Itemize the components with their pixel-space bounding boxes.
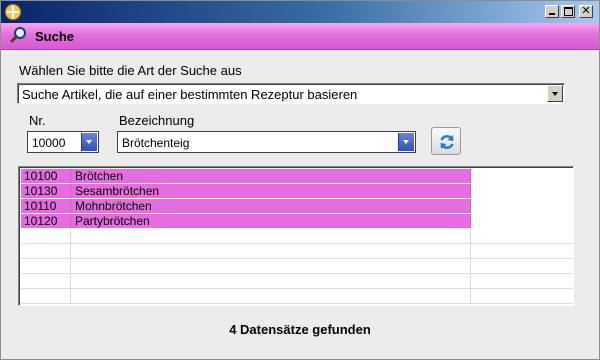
table-row[interactable]: 10130 Sesambrötchen (21, 184, 573, 199)
refresh-icon (440, 135, 454, 149)
row-name: Mohnbrötchen (71, 199, 471, 213)
row-nr: 10130 (21, 184, 71, 198)
table-row[interactable]: 10110 Mohnbrötchen (21, 199, 573, 214)
chevron-down-icon (403, 140, 409, 144)
empty-row (21, 244, 573, 259)
nr-label: Nr. (29, 113, 46, 128)
search-window: ✕ Suche Wählen Sie bitte die Art der Suc… (0, 0, 600, 360)
empty-row (21, 229, 573, 244)
row-nr: 10110 (21, 199, 71, 213)
chevron-down-icon (86, 140, 92, 144)
search-icon (10, 27, 26, 43)
minimize-button[interactable] (545, 5, 559, 18)
page-title: Suche (35, 29, 75, 44)
close-button[interactable]: ✕ (579, 5, 593, 18)
status-text: 4 Datensätze gefunden (229, 322, 371, 337)
row-name: Brötchen (71, 169, 471, 183)
search-mode-dropdown-button[interactable] (547, 85, 563, 102)
row-nr: 10100 (21, 169, 71, 183)
maximize-button[interactable] (561, 5, 575, 18)
bezeichnung-label: Bezeichnung (119, 113, 195, 128)
search-mode-value: Suche Artikel, die auf einer bestimmten … (22, 87, 358, 102)
bezeichnung-dropdown-button[interactable] (398, 133, 414, 151)
table-row[interactable]: 10100 Brötchen (21, 169, 573, 184)
row-nr: 10120 (21, 214, 71, 228)
app-logo-icon[interactable] (5, 4, 21, 20)
nr-value: 10000 (32, 136, 66, 150)
refresh-button[interactable] (431, 127, 461, 155)
chevron-down-icon (552, 92, 558, 96)
nr-dropdown-button[interactable] (81, 133, 97, 151)
instruction-label: Wählen Sie bitte die Art der Suche aus (19, 63, 242, 78)
results-table[interactable]: 10100 Brötchen 10130 Sesambrötchen 10110… (18, 166, 574, 306)
row-name: Partybrötchen (71, 214, 471, 228)
empty-row (21, 289, 573, 304)
search-mode-select[interactable]: Suche Artikel, die auf einer bestimmten … (17, 83, 565, 104)
header-bar: Suche (1, 23, 599, 50)
empty-row (21, 259, 573, 274)
title-bar[interactable]: ✕ (1, 1, 599, 23)
nr-combobox[interactable]: 10000 (27, 131, 99, 153)
table-row[interactable]: 10120 Partybrötchen (21, 214, 573, 229)
empty-row (21, 274, 573, 289)
bezeichnung-value: Brötchenteig (122, 136, 190, 150)
row-name: Sesambrötchen (71, 184, 471, 198)
bezeichnung-combobox[interactable]: Brötchenteig (117, 131, 416, 153)
